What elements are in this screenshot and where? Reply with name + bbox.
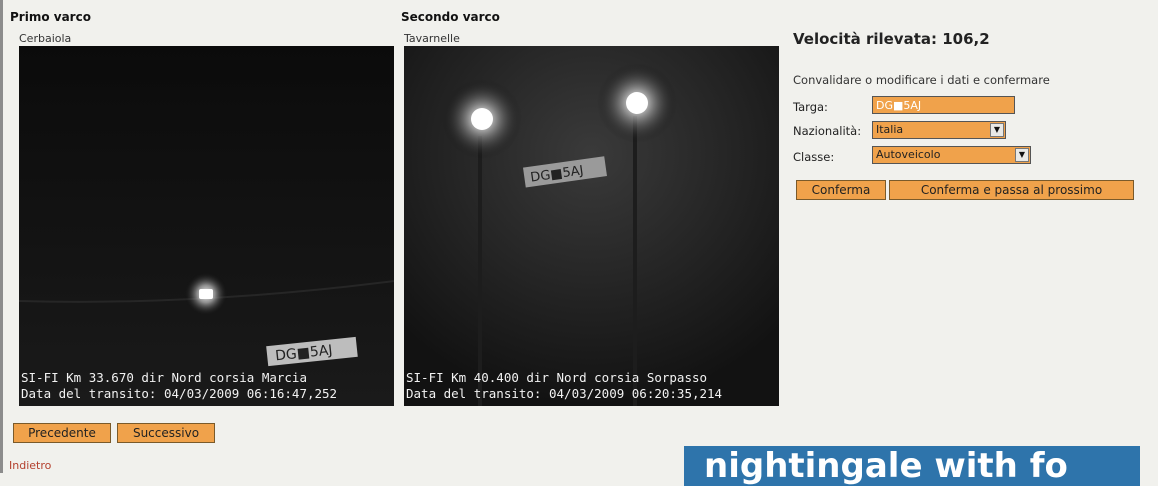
class-select[interactable]: Autoveicolo ▼ bbox=[872, 146, 1031, 164]
first-gate-caption-location: SI-FI Km 33.670 dir Nord corsia Marcia bbox=[21, 370, 307, 385]
second-gate-location: Tavarnelle bbox=[404, 32, 460, 45]
detected-speed: Velocità rilevata: 106,2 bbox=[793, 30, 990, 48]
first-gate-title: Primo varco bbox=[10, 10, 91, 24]
second-gate-title: Secondo varco bbox=[401, 10, 500, 24]
nationality-select[interactable]: Italia ▼ bbox=[872, 121, 1006, 139]
previous-button[interactable]: Precedente bbox=[13, 423, 111, 443]
nationality-selected-value: Italia bbox=[876, 123, 904, 136]
chevron-down-icon[interactable]: ▼ bbox=[990, 123, 1004, 137]
overlay-banner: nightingale with fo bbox=[684, 446, 1140, 486]
first-gate-caption-datetime: Data del transito: 04/03/2009 06:16:47,2… bbox=[21, 386, 338, 401]
class-label: Classe: bbox=[793, 150, 835, 164]
chevron-down-icon[interactable]: ▼ bbox=[1015, 148, 1029, 162]
second-gate-caption-location: SI-FI Km 40.400 dir Nord corsia Sorpasso bbox=[406, 370, 708, 385]
class-selected-value: Autoveicolo bbox=[876, 148, 941, 161]
second-gate-camera-scene: DG■5AJ bbox=[404, 46, 779, 406]
form-instructions: Convalidare o modificare i dati e confer… bbox=[793, 73, 1050, 87]
nationality-label: Nazionalità: bbox=[793, 124, 862, 138]
confirm-and-next-button[interactable]: Conferma e passa al prossimo bbox=[889, 180, 1134, 200]
back-link[interactable]: Indietro bbox=[9, 459, 51, 472]
first-gate-camera-image: DG■5AJ SI-FI Km 33.670 dir Nord corsia M… bbox=[19, 46, 394, 406]
plate-label: Targa: bbox=[793, 100, 828, 114]
first-gate-camera-scene: DG■5AJ bbox=[19, 46, 394, 406]
page-left-border bbox=[0, 0, 3, 473]
second-gate-caption-datetime: Data del transito: 04/03/2009 06:20:35,2… bbox=[406, 386, 723, 401]
plate-input[interactable]: DG■5AJ bbox=[872, 96, 1015, 114]
confirm-button[interactable]: Conferma bbox=[796, 180, 886, 200]
next-button[interactable]: Successivo bbox=[117, 423, 215, 443]
second-gate-camera-image: DG■5AJ SI-FI Km 40.400 dir Nord corsia S… bbox=[404, 46, 779, 406]
first-gate-location: Cerbaiola bbox=[19, 32, 72, 45]
